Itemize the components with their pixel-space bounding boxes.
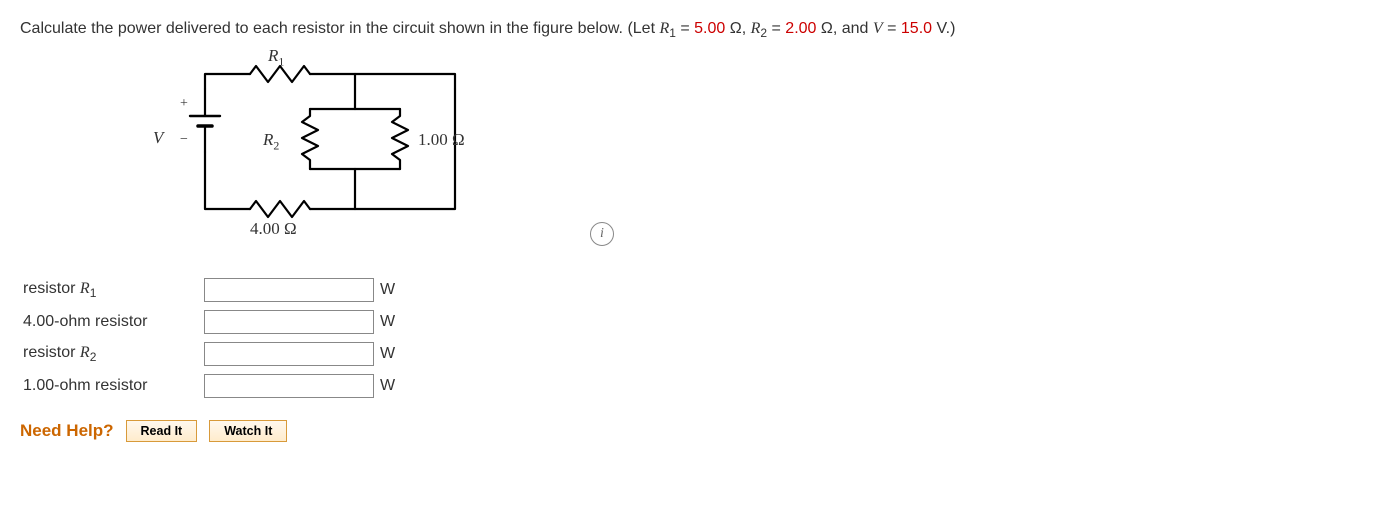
label-r1: R1 xyxy=(268,46,284,69)
answer-table: resistor R1 W 4.00-ohm resistor W resist… xyxy=(20,274,398,402)
unit-r2: W xyxy=(377,338,398,370)
input-r2[interactable] xyxy=(204,342,374,366)
answer-row-r2: resistor R2 W xyxy=(20,338,398,370)
read-it-button[interactable]: Read It xyxy=(126,420,198,442)
need-help-row: Need Help? Read It Watch It xyxy=(20,420,1356,442)
label-r2: R2 xyxy=(263,130,279,153)
problem-statement: Calculate the power delivered to each re… xyxy=(20,18,1356,42)
label-v: V xyxy=(153,128,163,148)
label-plus: + xyxy=(180,96,188,112)
watch-it-button[interactable]: Watch It xyxy=(209,420,287,442)
input-4ohm[interactable] xyxy=(204,310,374,334)
input-r1[interactable] xyxy=(204,278,374,302)
label-1ohm: 1.00 Ω xyxy=(418,130,465,150)
info-icon[interactable]: i xyxy=(590,222,614,246)
answer-row-4ohm: 4.00-ohm resistor W xyxy=(20,306,398,338)
unit-r1: W xyxy=(377,274,398,306)
need-help-label: Need Help? xyxy=(20,421,114,441)
unit-1ohm: W xyxy=(377,370,398,402)
answer-row-1ohm: 1.00-ohm resistor W xyxy=(20,370,398,402)
circuit-figure: R1 R2 1.00 Ω 4.00 Ω V + − i xyxy=(150,54,1356,254)
unit-4ohm: W xyxy=(377,306,398,338)
input-1ohm[interactable] xyxy=(204,374,374,398)
answer-row-r1: resistor R1 W xyxy=(20,274,398,306)
label-4ohm: 4.00 Ω xyxy=(250,219,297,239)
label-minus: − xyxy=(180,132,188,148)
